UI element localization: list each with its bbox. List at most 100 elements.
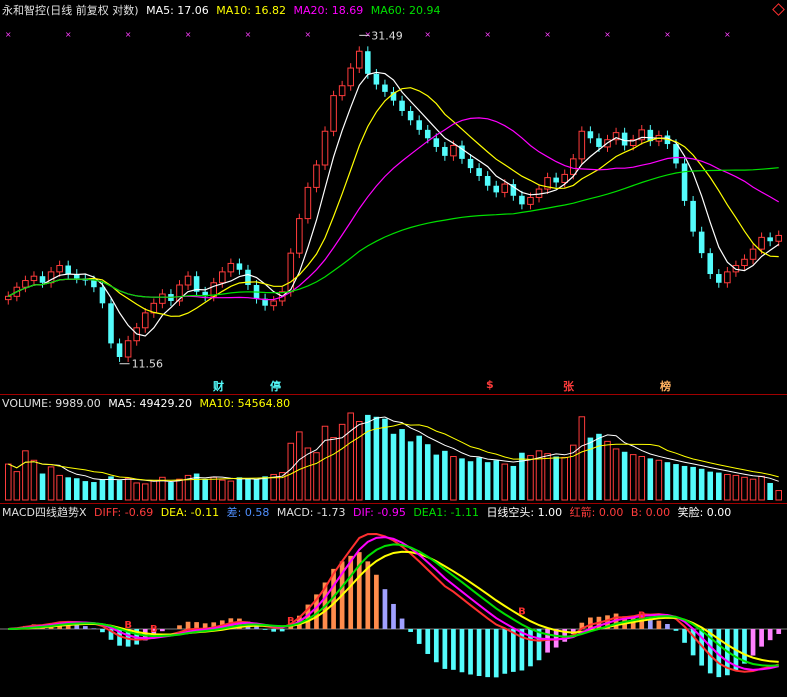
volume-bar	[407, 441, 414, 500]
signal-x-mark: ×	[65, 30, 72, 39]
signal-x-mark: ×	[245, 30, 252, 39]
volume-bar	[219, 479, 226, 501]
signal-x-mark: ×	[604, 30, 611, 39]
signal-x-mark: ×	[664, 30, 671, 39]
volume-bar	[510, 465, 517, 500]
candle-body	[347, 67, 354, 87]
macd-chart[interactable]: B B B B B	[0, 504, 787, 697]
volume-bar	[424, 444, 431, 500]
candle-body	[399, 100, 405, 111]
candle-body	[724, 271, 731, 284]
volume-bar	[673, 464, 679, 500]
candle-body	[569, 158, 577, 175]
volume-bar	[321, 425, 329, 501]
volume-bar	[732, 474, 740, 501]
volume-bar	[347, 412, 354, 501]
ma60-line	[8, 167, 779, 298]
candle-body	[407, 110, 414, 121]
volume-bar	[253, 479, 260, 500]
candle-body	[22, 280, 29, 288]
volume-bar	[382, 418, 388, 500]
candle-body	[338, 85, 346, 97]
volume-bar	[202, 479, 208, 500]
candle-body	[184, 275, 192, 286]
diff-line	[8, 532, 779, 673]
volume-bar	[690, 466, 696, 500]
candle-body	[467, 158, 474, 169]
volume-bar	[587, 437, 594, 500]
candle-body	[716, 274, 722, 283]
candle-body	[91, 280, 97, 288]
volume-bar	[561, 456, 568, 501]
candle-body	[681, 163, 688, 201]
volume-bar	[236, 477, 243, 500]
candle-body	[433, 138, 440, 147]
candle-body	[553, 177, 559, 183]
volume-bar	[664, 462, 671, 500]
dollar-tag: $	[486, 378, 494, 391]
volume-bar	[270, 473, 277, 501]
volume-bar	[210, 476, 218, 501]
ting-tag: 停	[270, 380, 281, 393]
candle-body	[416, 120, 422, 130]
volume-bar	[22, 450, 29, 501]
candle-body	[424, 129, 431, 139]
candle-body	[270, 300, 277, 307]
candle-body	[698, 231, 705, 254]
high-label: 31.49	[371, 29, 403, 42]
volume-bar	[355, 421, 363, 501]
volume-bar	[245, 478, 251, 500]
candle-body	[690, 200, 696, 232]
bang-tag: 榜	[660, 380, 671, 393]
volume-bar	[82, 481, 89, 500]
signal-x-mark: ×	[305, 30, 312, 39]
volume-bar	[65, 477, 71, 500]
signal-x-mark: ×	[484, 30, 491, 39]
candle-body	[501, 183, 509, 193]
b-signal-marker: B	[287, 616, 295, 627]
candle-body	[219, 271, 226, 284]
b-signal-marker: B	[638, 611, 646, 622]
signal-x-mark: ×	[424, 30, 431, 39]
ma10-line	[8, 87, 779, 317]
volume-bar	[442, 450, 448, 500]
signal-x-mark: ×	[724, 30, 731, 39]
volume-bar	[313, 452, 320, 501]
candle-body	[519, 195, 525, 205]
candle-body	[561, 173, 568, 183]
volume-bar	[621, 451, 628, 500]
volume-bar	[124, 477, 132, 501]
candle-body	[493, 185, 500, 193]
candle-body	[527, 196, 534, 205]
volume-bar	[73, 478, 80, 500]
candle-body	[476, 168, 482, 177]
candle-body	[365, 51, 371, 74]
volume-bar	[629, 454, 637, 501]
volume-bar	[330, 437, 337, 501]
volume-bar	[176, 478, 183, 501]
signal-x-mark: ×	[364, 30, 371, 39]
candle-body	[330, 95, 337, 132]
volume-bar	[493, 460, 500, 500]
signal-x-mark: ×	[185, 30, 192, 39]
volume-bar	[596, 433, 602, 500]
candle-body	[65, 265, 71, 275]
volume-chart[interactable]	[0, 395, 787, 505]
volume-bar	[655, 459, 663, 501]
volume-bar	[433, 454, 440, 500]
volume-bar	[227, 480, 235, 501]
b-signal-marker: B	[150, 624, 158, 635]
candle-body	[108, 303, 114, 344]
volume-bar	[501, 463, 509, 501]
volume-bar	[775, 490, 783, 501]
low-label: 11.56	[132, 358, 164, 371]
volume-bar	[13, 471, 21, 501]
volume-bar	[553, 456, 559, 500]
b-signal-marker: B	[124, 620, 132, 631]
volume-bar	[604, 440, 611, 501]
price-chart[interactable]: × × × × × × × × × × × × ×31.4911.56	[0, 0, 787, 395]
volume-bar	[416, 435, 422, 500]
candle-body	[296, 218, 303, 254]
volume-bar	[30, 459, 38, 501]
candle-body	[313, 164, 320, 188]
